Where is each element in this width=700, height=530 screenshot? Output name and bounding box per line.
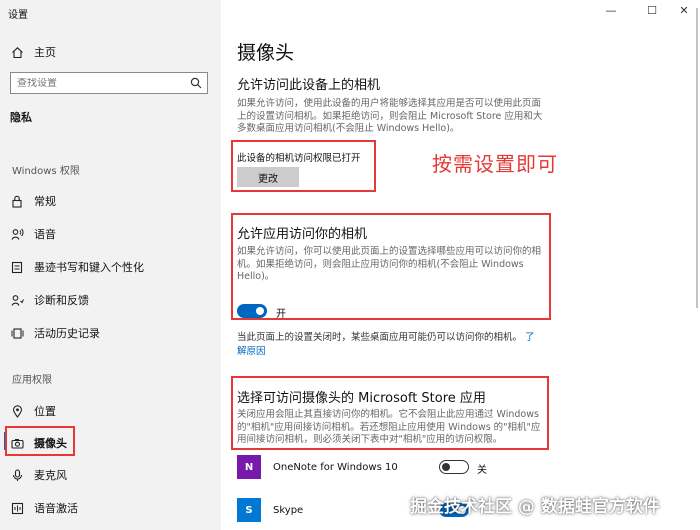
onenote-icon: N xyxy=(237,455,261,479)
device-access-heading: 允许访问此设备上的相机 xyxy=(237,78,381,93)
annotation-box-app-access xyxy=(231,213,551,320)
annotation-text: 按需设置即可 xyxy=(432,152,558,176)
voice-activation-icon xyxy=(10,501,24,515)
page-title: 摄像头 xyxy=(237,42,295,64)
maximize-button[interactable]: ☐ xyxy=(640,4,664,17)
location-icon xyxy=(10,404,24,418)
lock-icon xyxy=(10,194,24,208)
watermark: 掘金技术社区 @ 数据蛙官方软件 xyxy=(410,497,660,517)
sidebar-item-location[interactable]: 位置 xyxy=(10,403,56,419)
search-input[interactable] xyxy=(11,77,185,89)
sidebar-item-activity-history[interactable]: 活动历史记录 xyxy=(10,325,100,341)
sidebar-item-label: 主页 xyxy=(34,46,56,59)
sidebar-item-label: 语音激活 xyxy=(34,502,78,515)
sidebar-item-microphone[interactable]: 麦克风 xyxy=(10,467,67,483)
app-row-skype: S Skype xyxy=(237,498,303,522)
app-row-onenote: N OneNote for Windows 10 xyxy=(237,455,398,479)
learn-why-link[interactable]: 了 xyxy=(525,332,535,343)
keyboard-pen-icon xyxy=(10,260,24,274)
annotation-box-camera-nav xyxy=(5,426,75,456)
sidebar-item-speech[interactable]: 语音 xyxy=(10,226,56,242)
sidebar-item-label: 活动历史记录 xyxy=(34,327,100,340)
settings-window: 设置 主页 隐私 Windows 权限 常规 语音 xyxy=(0,0,700,530)
note-text: 当此页面上的设置关闭时，某些桌面应用可能仍可以访问你的相机。 了 解原因 xyxy=(237,332,535,357)
app-name: OneNote for Windows 10 xyxy=(273,461,398,473)
app-permissions-label: 应用权限 xyxy=(12,375,52,386)
sidebar-item-label: 常规 xyxy=(34,195,56,208)
sidebar-item-label: 诊断和反馈 xyxy=(34,294,89,307)
sidebar-item-label: 语音 xyxy=(34,228,56,241)
sidebar-item-home[interactable]: 主页 xyxy=(10,44,56,60)
microphone-icon xyxy=(10,468,24,482)
onenote-toggle-label: 关 xyxy=(477,465,487,476)
speech-icon xyxy=(10,227,24,241)
sidebar-item-label: 麦克风 xyxy=(34,469,67,482)
device-access-description: 如果允许访问，使用此设备的用户将能够选择其应用是否可以使用此页面 上的设置访问相… xyxy=(237,98,543,134)
window-title: 设置 xyxy=(8,10,28,21)
annotation-box-store-apps xyxy=(231,376,549,450)
skype-icon: S xyxy=(237,498,261,522)
sidebar-item-diagnostics[interactable]: 诊断和反馈 xyxy=(10,292,89,308)
scrollbar-thumb[interactable] xyxy=(696,8,698,308)
activity-icon xyxy=(10,326,24,340)
sidebar-item-inking[interactable]: 墨迹书写和键入个性化 xyxy=(10,259,144,275)
close-button[interactable]: ✕ xyxy=(672,4,696,17)
diagnostics-icon xyxy=(10,293,24,307)
sidebar-item-label: 位置 xyxy=(34,405,56,418)
home-icon xyxy=(10,45,24,59)
sidebar: 设置 主页 隐私 Windows 权限 常规 语音 xyxy=(0,0,221,530)
app-name: Skype xyxy=(273,504,304,516)
sidebar-item-voice-activation[interactable]: 语音激活 xyxy=(10,500,78,516)
privacy-heading: 隐私 xyxy=(10,111,32,124)
scrollbar[interactable] xyxy=(694,8,700,318)
annotation-box-device-access xyxy=(231,140,376,192)
minimize-button[interactable]: — xyxy=(599,4,623,17)
windows-permissions-label: Windows 权限 xyxy=(12,166,80,177)
search-icon[interactable] xyxy=(185,73,207,93)
learn-why-link-cont[interactable]: 解原因 xyxy=(237,346,266,357)
onenote-camera-toggle[interactable] xyxy=(439,460,469,474)
sidebar-item-general[interactable]: 常规 xyxy=(10,193,56,209)
search-box[interactable] xyxy=(10,72,208,94)
main-panel: — ☐ ✕ 摄像头 允许访问此设备上的相机 如果允许访问，使用此设备的用户将能够… xyxy=(221,0,700,530)
sidebar-item-label: 墨迹书写和键入个性化 xyxy=(34,261,144,274)
